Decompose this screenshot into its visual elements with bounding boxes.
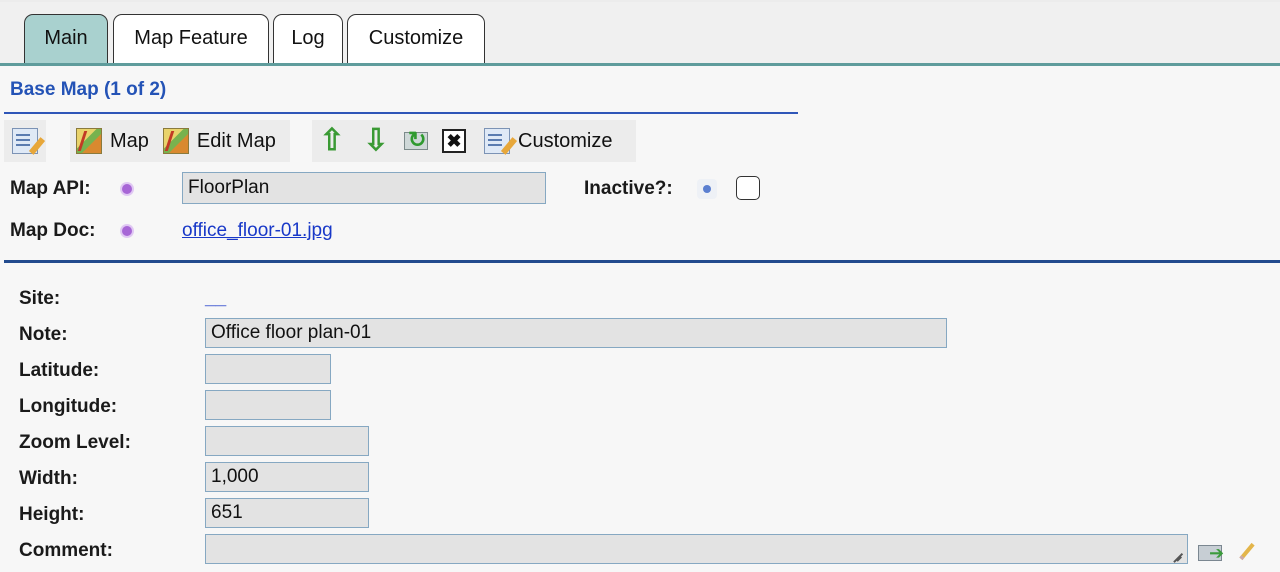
note-input[interactable]: Office floor plan-01: [205, 318, 947, 348]
site-link[interactable]: __: [205, 288, 226, 310]
customize-button[interactable]: Customize: [484, 120, 612, 162]
longitude-label: Longitude:: [19, 396, 118, 417]
section-title: Base Map (1 of 2): [10, 79, 167, 100]
tab-map-feature[interactable]: Map Feature: [113, 14, 269, 64]
map-doc-link[interactable]: office_floor-01.jpg: [182, 220, 333, 242]
comment-textarea[interactable]: [205, 534, 1188, 564]
tab-underline: [0, 63, 1280, 66]
section-rule: [4, 112, 798, 114]
edit-form-button[interactable]: [12, 120, 38, 162]
tab-customize[interactable]: Customize: [347, 14, 485, 64]
refresh-button[interactable]: [402, 120, 432, 162]
close-icon: ✖: [442, 129, 466, 153]
site-label: Site:: [19, 288, 61, 309]
map-icon: [76, 128, 102, 154]
map-api-input[interactable]: FloorPlan: [182, 172, 546, 204]
move-up-icon[interactable]: ⇧: [316, 120, 348, 162]
inactive-label: Inactive?:: [584, 178, 673, 199]
map-doc-label: Map Doc:: [10, 220, 96, 241]
pencil-icon[interactable]: [1236, 540, 1258, 562]
edit-form-icon: [12, 128, 38, 154]
height-label: Height:: [19, 504, 85, 525]
delete-button[interactable]: ✖: [442, 120, 466, 162]
latitude-label: Latitude:: [19, 360, 100, 381]
insert-comment-icon[interactable]: [1198, 542, 1226, 564]
zoom-level-input[interactable]: [205, 426, 369, 456]
edit-map-button[interactable]: Edit Map: [162, 120, 276, 162]
note-label: Note:: [19, 324, 68, 345]
height-input[interactable]: 651: [205, 498, 369, 528]
customize-icon: [484, 128, 510, 154]
tab-bar: Main Map Feature Log Customize: [0, 0, 1280, 66]
refresh-icon: [402, 127, 432, 153]
customize-button-label: Customize: [518, 129, 613, 152]
latitude-input[interactable]: [205, 354, 331, 384]
longitude-input[interactable]: [205, 390, 331, 420]
tab-log[interactable]: Log: [273, 14, 343, 64]
comment-label: Comment:: [19, 540, 113, 561]
toolbar-map-group: Map Edit Map: [70, 120, 290, 162]
zoom-level-label: Zoom Level:: [19, 432, 131, 453]
resize-handle-icon[interactable]: [1170, 548, 1182, 560]
map-button[interactable]: Map: [70, 120, 149, 162]
required-dot-icon: [122, 184, 132, 194]
move-down-icon[interactable]: ⇩: [360, 120, 392, 162]
help-icon[interactable]: [697, 179, 717, 199]
width-input[interactable]: 1,000: [205, 462, 369, 492]
section-divider: [4, 260, 1280, 263]
edit-map-icon: [162, 128, 189, 154]
toolbar-actions-group: ⇧ ⇩ ✖ Customize: [312, 120, 636, 162]
toolbar-form-group: [4, 120, 46, 162]
required-dot-icon: [122, 226, 132, 236]
inactive-checkbox[interactable]: [736, 176, 760, 200]
width-label: Width:: [19, 468, 78, 489]
map-api-label: Map API:: [10, 178, 91, 199]
map-button-label: Map: [110, 129, 149, 152]
tab-main[interactable]: Main: [24, 14, 108, 64]
edit-map-button-label: Edit Map: [196, 129, 276, 152]
